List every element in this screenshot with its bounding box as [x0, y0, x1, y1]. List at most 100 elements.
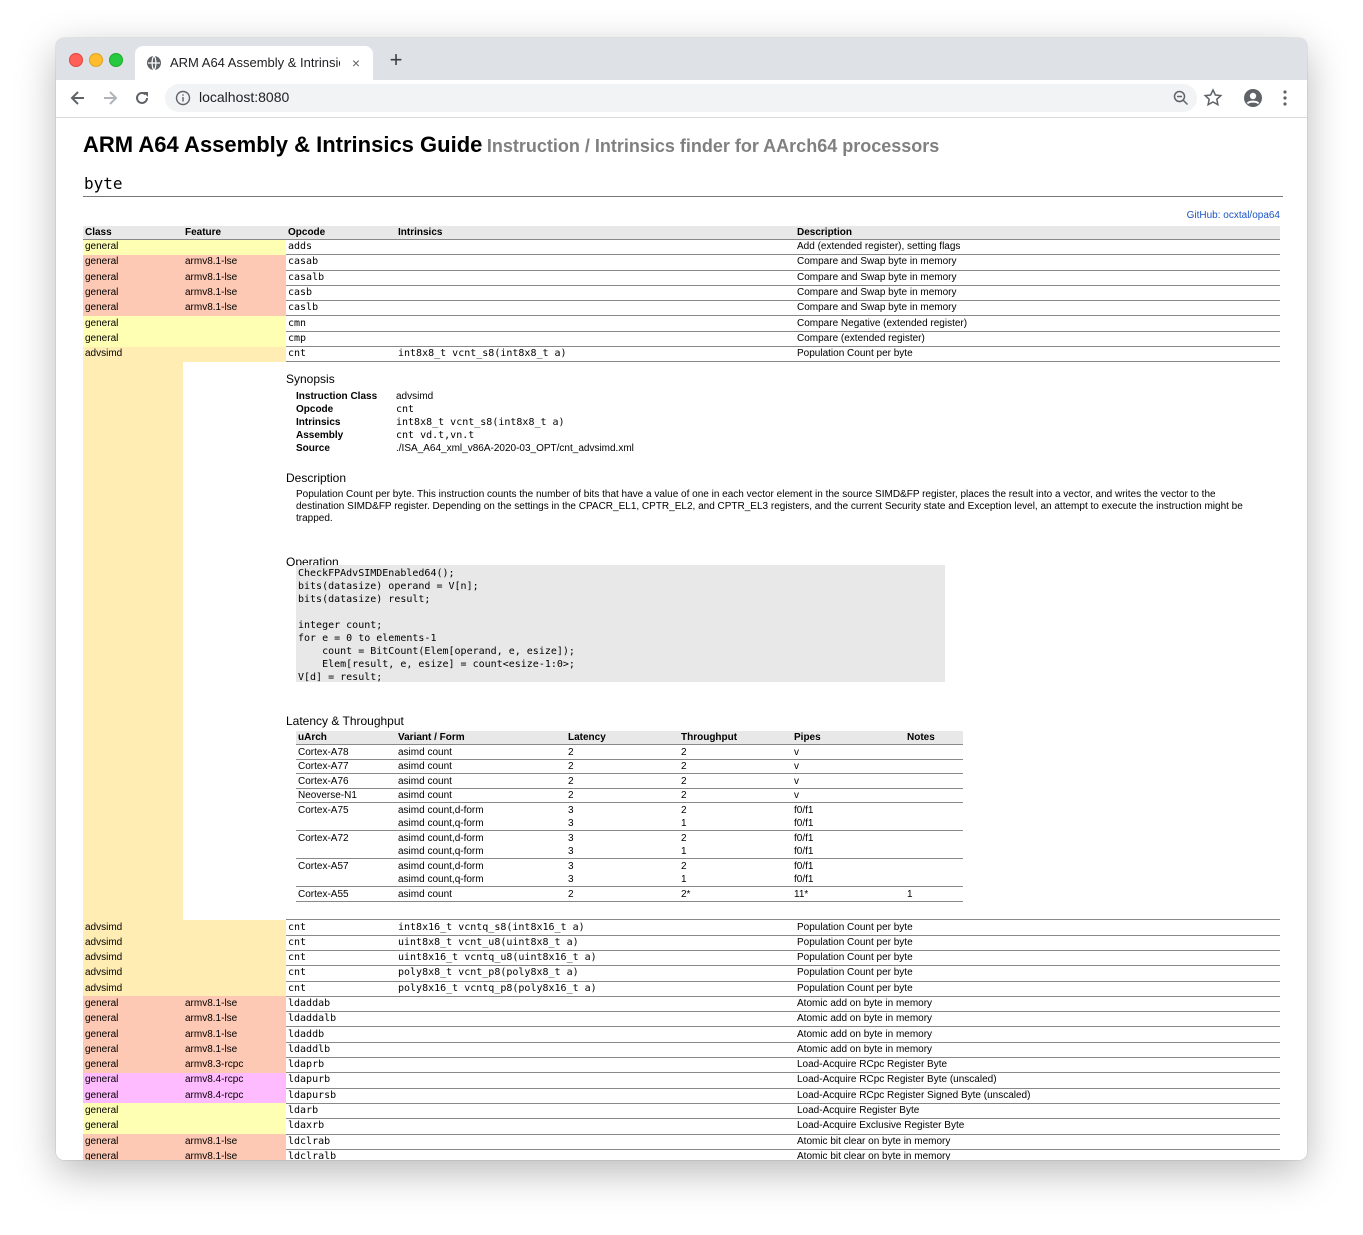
latency-notes-cell — [905, 816, 963, 832]
table-row[interactable]: general armv8.4-rcpc ldapurb Load-Acquire R… — [83, 1072, 1280, 1089]
opcode-cell: cnt — [286, 950, 396, 967]
table-row[interactable]: general armv8.4-rcpc ldapursb Load-Acquire … — [83, 1088, 1280, 1104]
page-content: ARM A64 Assembly & Intrinsics Guide Inst… — [56, 118, 1307, 1160]
intrinsic-cell — [396, 1103, 795, 1120]
table-row[interactable]: general armv8.1-lse ldaddalb Atomic add on … — [83, 1011, 1280, 1028]
class-cell: general — [83, 1042, 183, 1058]
column-header-intrinsics[interactable]: Intrinsics — [396, 226, 795, 240]
info-icon[interactable] — [175, 90, 191, 106]
table-row[interactable]: general armv8.1-lse ldaddb Atomic add on by… — [83, 1026, 1280, 1043]
table-row[interactable]: general armv8.1-lse ldclralb Atomic bit cle… — [83, 1149, 1280, 1160]
latency-pipes-cell: v — [792, 773, 905, 789]
description-cell: Compare and Swap byte in memory — [795, 270, 1280, 286]
feature-cell: armv8.3-rcpc — [183, 1057, 286, 1073]
latency-row: Cortex-A76 asimd count 2 2 v — [296, 773, 963, 789]
opcode-cell: ldaddb — [286, 1026, 396, 1043]
opcode-cell: ldarb — [286, 1103, 396, 1120]
menu-dots-icon[interactable] — [1275, 88, 1295, 108]
table-row[interactable]: general armv8.1-lse ldaddlb Atomic add on b… — [83, 1042, 1280, 1059]
latency-notes-cell — [905, 773, 963, 789]
synopsis-key: Source — [296, 443, 330, 455]
intrinsic-cell — [396, 270, 795, 286]
back-arrow-icon[interactable] — [68, 88, 88, 108]
latency-pipes-cell: v — [792, 744, 905, 760]
latency-thr-cell: 2 — [679, 759, 792, 775]
column-header-feature[interactable]: Feature — [183, 226, 286, 240]
close-tab-icon[interactable]: × — [348, 55, 364, 71]
table-row[interactable]: general armv8.1-lse casb Compare and Swap b… — [83, 285, 1280, 302]
latency-row: Cortex-A72 asimd count,d-form 3 2 f0/f1 — [296, 831, 963, 845]
latency-lat-cell: 3 — [566, 844, 679, 860]
class-cell: general — [83, 996, 183, 1012]
table-row[interactable]: general armv8.1-lse casalb Compare and Swap… — [83, 270, 1280, 286]
latency-variant-cell: asimd count,d-form — [398, 860, 484, 872]
profile-avatar-icon[interactable] — [1243, 88, 1263, 108]
synopsis-value: int8x8_t vcnt_s8(int8x8_t a) — [396, 417, 565, 429]
intrinsic-cell: uint8x8_t vcnt_u8(uint8x8_t a) — [396, 935, 795, 951]
new-tab-button[interactable]: + — [386, 49, 406, 71]
feature-cell — [183, 1118, 286, 1135]
latency-column-header: uArch — [296, 731, 396, 746]
github-link[interactable]: GitHub: ocxtal/opa64 — [1187, 210, 1280, 221]
forward-arrow-icon[interactable] — [100, 88, 120, 108]
table-row[interactable]: advsimd cnt uint8x8_t vcnt_u8(uint8x8_t a)… — [83, 935, 1280, 951]
address-bar[interactable]: localhost:8080 — [165, 84, 1197, 112]
bookmark-star-icon[interactable] — [1203, 88, 1223, 108]
table-row[interactable]: advsimd cnt int8x16_t vcntq_s8(int8x16_t a… — [83, 919, 1280, 936]
intrinsic-cell — [396, 1042, 795, 1059]
feature-cell — [183, 919, 286, 936]
search-input[interactable] — [83, 170, 1283, 197]
description-cell: Atomic add on byte in memory — [795, 996, 1280, 1013]
opcode-cell: casalb — [286, 270, 396, 286]
synopsis-key: Opcode — [296, 404, 334, 416]
zoom-window-button[interactable] — [109, 53, 123, 67]
table-row[interactable]: general ldarb Load-Acquire Register Byte — [83, 1103, 1280, 1120]
feature-cell: armv8.1-lse — [183, 1134, 286, 1150]
latency-uarch-cell: Cortex-A75 — [298, 804, 349, 816]
feature-cell — [183, 965, 286, 982]
latency-notes-cell — [905, 872, 963, 888]
column-header-class[interactable]: Class — [83, 226, 183, 240]
zoom-out-icon[interactable] — [1173, 90, 1189, 106]
description-cell: Load-Acquire RCpc Register Byte (unscale… — [795, 1072, 1280, 1089]
url-text[interactable]: localhost:8080 — [199, 89, 289, 105]
reload-icon[interactable] — [132, 88, 152, 108]
table-row[interactable]: general armv8.1-lse caslb Compare and Swap … — [83, 300, 1280, 317]
table-row[interactable]: advsimd cnt int8x8_t vcnt_s8(int8x8_t a) Po… — [83, 346, 1280, 363]
feature-cell — [183, 981, 286, 997]
class-cell: general — [83, 300, 183, 316]
table-row[interactable]: general cmp Compare (extended register) — [83, 331, 1280, 348]
table-row[interactable]: general armv8.3-rcpc ldaprb Load-Acquire RC… — [83, 1057, 1280, 1074]
column-header-description[interactable]: Description — [795, 226, 1280, 240]
synopsis-value: advsimd — [396, 391, 434, 403]
close-window-button[interactable] — [69, 53, 83, 67]
table-row[interactable]: advsimd cnt poly8x16_t vcntq_p8(poly8x16_t… — [83, 981, 1280, 997]
table-row[interactable]: general armv8.1-lse ldclrab Atomic bit clea… — [83, 1134, 1280, 1150]
latency-row: Cortex-A77 asimd count 2 2 v — [296, 759, 963, 775]
latency-notes-cell — [905, 803, 963, 817]
table-row[interactable]: general adds Add (extended register), sett… — [83, 239, 1280, 256]
latency-thr-cell: 1 — [679, 844, 792, 860]
description-cell: Atomic bit clear on byte in memory — [795, 1134, 1280, 1150]
browser-tab[interactable]: ARM A64 Assembly & Intrinsics Guide × — [135, 46, 373, 80]
table-row[interactable]: general armv8.1-lse casab Compare and Swap … — [83, 254, 1280, 271]
column-header-opcode[interactable]: Opcode — [286, 226, 396, 240]
table-row[interactable]: general armv8.1-lse ldaddab Atomic add on b… — [83, 996, 1280, 1013]
latency-pipes-cell: v — [792, 759, 905, 775]
table-row[interactable]: advsimd cnt poly8x8_t vcnt_p8(poly8x8_t a)… — [83, 965, 1280, 982]
synopsis-key: Assembly — [296, 430, 344, 442]
results-body-bottom: advsimd cnt int8x16_t vcntq_s8(int8x16_t a… — [83, 919, 1280, 1160]
minimize-window-button[interactable] — [89, 53, 103, 67]
opcode-cell: cnt — [286, 935, 396, 951]
intrinsic-cell — [396, 996, 795, 1013]
table-row[interactable]: general ldaxrb Load-Acquire Exclusive Regi… — [83, 1118, 1280, 1135]
table-row[interactable]: advsimd cnt uint8x16_t vcntq_u8(uint8x16_t… — [83, 950, 1280, 967]
latency-uarch-cell: Cortex-A72 — [298, 832, 349, 844]
page-title: ARM A64 Assembly & Intrinsics Guide — [83, 132, 483, 157]
table-row[interactable]: general cmn Compare Negative (extended reg… — [83, 315, 1280, 332]
results-header-row: Class Feature Opcode Intrinsics Descript… — [83, 226, 1280, 240]
latency-row: Cortex-A55 asimd count 2 2* 11* 1 — [296, 886, 963, 902]
latency-uarch-cell: Cortex-A77 — [296, 759, 396, 775]
latency-variant-cell: asimd count — [396, 773, 566, 789]
latency-row: Neoverse-N1 asimd count 2 2 v — [296, 788, 963, 804]
